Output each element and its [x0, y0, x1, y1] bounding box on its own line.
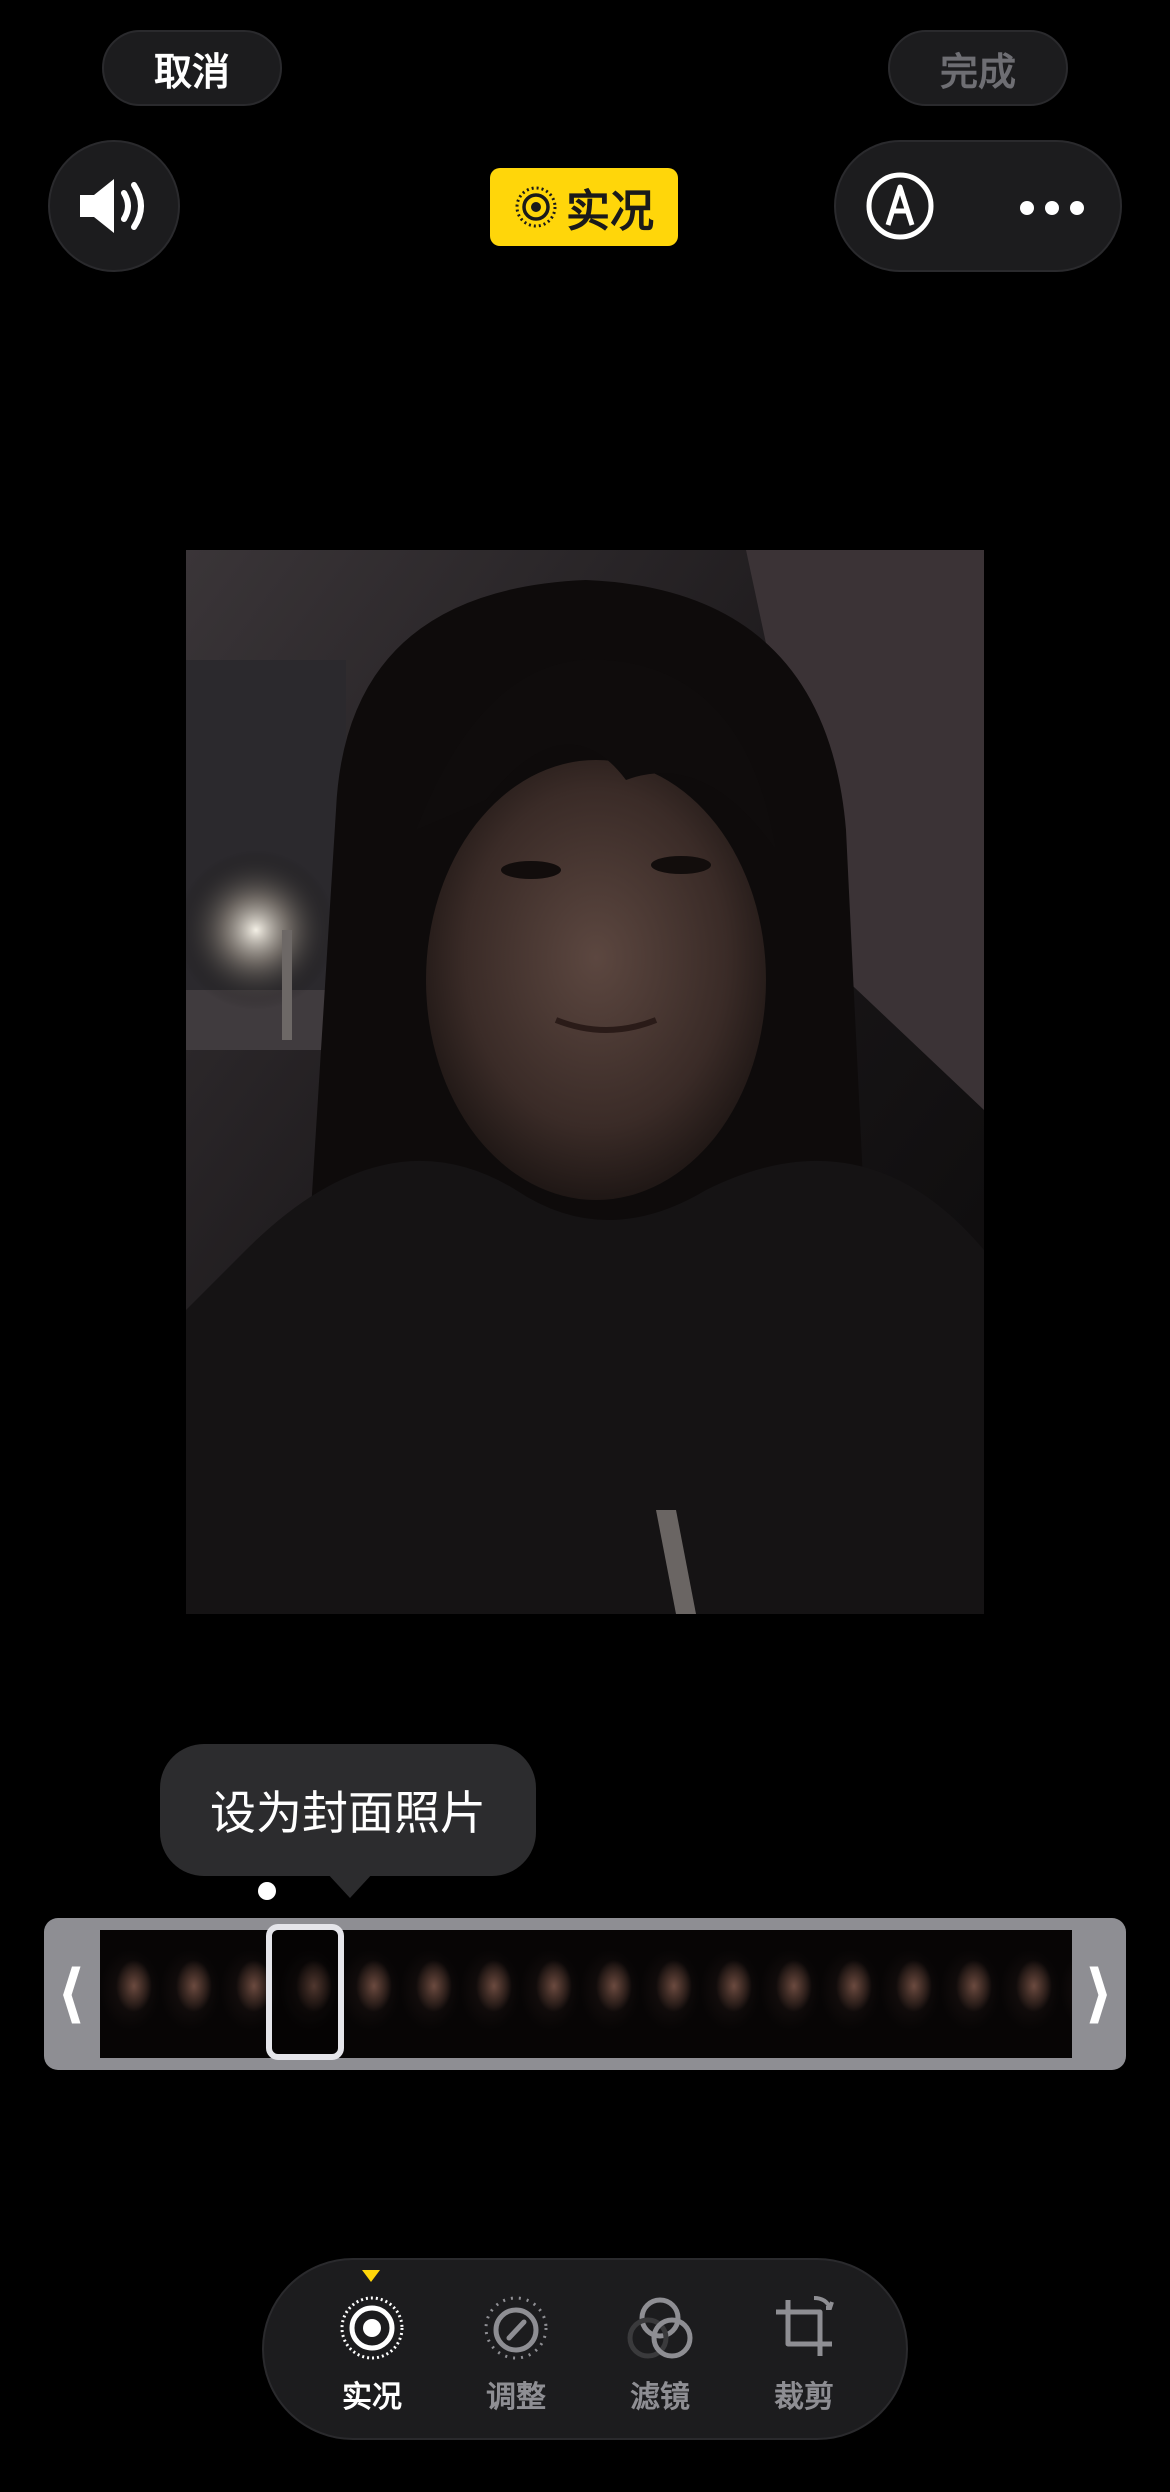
done-button[interactable]: 完成	[888, 30, 1068, 106]
frame-thumbnail	[160, 1930, 220, 2058]
adjust-dial-icon	[484, 2296, 548, 2360]
live-photo-icon	[515, 186, 557, 228]
frame-thumbnail	[340, 1930, 400, 2058]
markup-pen-icon	[866, 172, 934, 240]
tool-label: 实况	[342, 2380, 402, 2415]
frame-thumbnail	[700, 1930, 760, 2058]
sound-toggle-button[interactable]	[48, 140, 180, 272]
frame-thumbnail	[820, 1930, 880, 2058]
tooltip-pointer	[326, 1872, 374, 1898]
cancel-button[interactable]: 取消	[102, 30, 282, 106]
more-button[interactable]	[1012, 178, 1092, 238]
frame-thumbnail	[100, 1930, 160, 2058]
photo-image	[186, 550, 984, 1614]
tool-label: 滤镜	[630, 2380, 690, 2415]
tool-crop[interactable]: 裁剪	[744, 2260, 864, 2442]
tool-label: 裁剪	[774, 2380, 834, 2415]
frame-thumbnail	[880, 1930, 940, 2058]
live-photo-scrubber[interactable]: ⟨ ⟩	[44, 1918, 1126, 2070]
markup-button[interactable]	[862, 168, 938, 244]
top-right-actions	[834, 140, 1122, 272]
frame-thumbnail	[580, 1930, 640, 2058]
speaker-on-icon	[80, 179, 144, 233]
frame-strip[interactable]	[100, 1930, 1072, 2058]
crop-icon	[776, 2296, 834, 2356]
frame-thumbnail	[1000, 1930, 1060, 2058]
frame-thumbnail	[460, 1930, 520, 2058]
filters-icon	[627, 2297, 693, 2359]
live-label: 实况	[566, 186, 654, 237]
trim-end-handle[interactable]: ⟩	[1072, 1918, 1126, 2070]
tool-label: 调整	[486, 2380, 546, 2415]
live-photo-icon	[340, 2296, 404, 2360]
frame-selector[interactable]	[266, 1924, 344, 2060]
trim-start-handle[interactable]: ⟨	[44, 1918, 98, 2070]
ellipsis-icon	[1020, 201, 1084, 215]
frame-thumbnail	[640, 1930, 700, 2058]
key-photo-indicator	[258, 1882, 276, 1900]
photo-preview	[186, 550, 984, 1614]
frame-thumbnail	[760, 1930, 820, 2058]
frame-thumbnail	[1060, 1930, 1072, 2058]
frame-thumbnail	[940, 1930, 1000, 2058]
live-toggle-button[interactable]: 实况	[490, 168, 678, 246]
tool-adjust[interactable]: 调整	[456, 2260, 576, 2442]
edit-toolbar: 实况 调整 滤镜 裁剪	[262, 2258, 908, 2440]
frame-thumbnail	[400, 1930, 460, 2058]
active-indicator	[362, 2270, 380, 2282]
tool-filters[interactable]: 滤镜	[600, 2260, 720, 2442]
set-key-photo-tooltip[interactable]: 设为封面照片	[160, 1744, 536, 1876]
frame-thumbnail	[520, 1930, 580, 2058]
tool-live[interactable]: 实况	[312, 2260, 432, 2442]
